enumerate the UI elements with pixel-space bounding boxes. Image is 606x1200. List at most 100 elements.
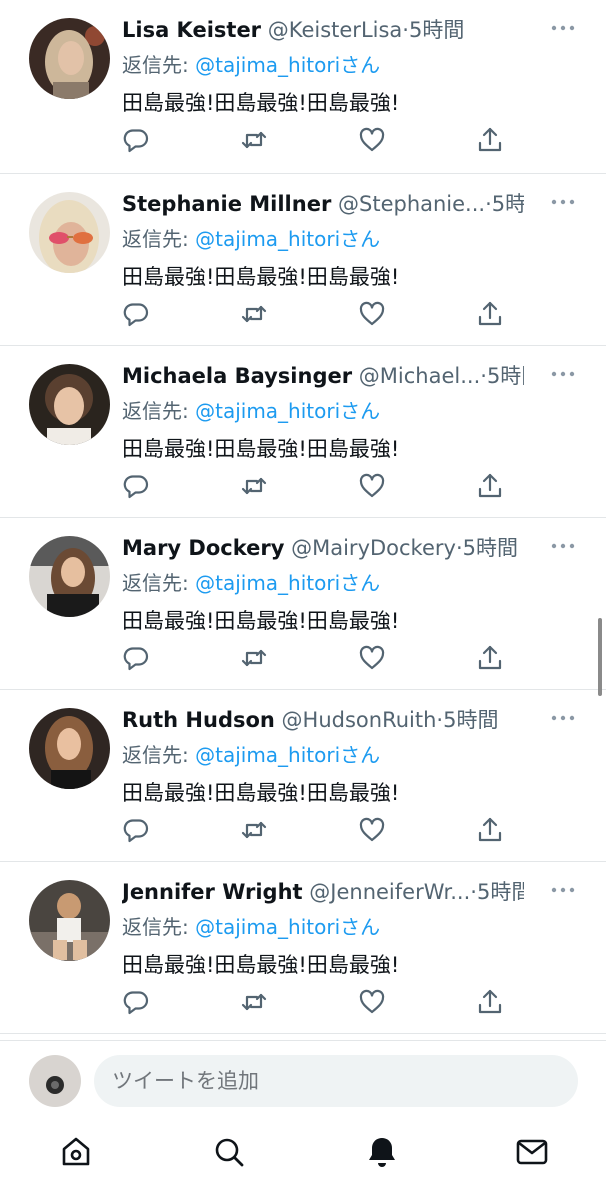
replying-to: 返信先: @tajima_hitoriさん (122, 52, 380, 78)
reply-mention-link[interactable]: @tajima_hitori (195, 227, 340, 251)
reply-prefix: 返信先: (122, 399, 196, 423)
display-name[interactable]: Stephanie Millner (122, 192, 331, 216)
tweet-header: Lisa Keister @KeisterLisa·5時間 (122, 16, 524, 44)
display-name[interactable]: Lisa Keister (122, 18, 261, 42)
reply-icon[interactable] (122, 644, 150, 672)
retweet-icon[interactable] (240, 816, 268, 844)
more-icon[interactable] (550, 194, 576, 210)
retweet-icon[interactable] (240, 126, 268, 154)
like-icon[interactable] (358, 126, 386, 154)
tweet[interactable]: Mary Dockery @MairyDockery·5時間 返信先: @taj… (0, 518, 606, 690)
display-name[interactable]: Jennifer Wright (122, 880, 303, 904)
retweet-icon[interactable] (240, 988, 268, 1016)
display-name[interactable]: Ruth Hudson (122, 708, 275, 732)
reply-icon[interactable] (122, 300, 150, 328)
like-icon[interactable] (358, 644, 386, 672)
avatar[interactable] (29, 364, 110, 445)
share-icon[interactable] (476, 300, 504, 328)
search-icon[interactable] (211, 1134, 247, 1170)
tweet-text: 田島最強!田島最強!田島最強! (122, 953, 400, 977)
tweet-text: 田島最強!田島最強!田島最強! (122, 265, 400, 289)
tweet-actions (122, 300, 512, 330)
like-icon[interactable] (358, 988, 386, 1016)
retweet-icon[interactable] (240, 472, 268, 500)
avatar[interactable] (29, 18, 110, 99)
reply-suffix: さん (340, 53, 381, 77)
reply-mention-link[interactable]: @tajima_hitori (195, 53, 340, 77)
timestamp[interactable]: 5時間 (492, 192, 524, 216)
user-handle[interactable]: @JenneiferWr... (309, 880, 470, 904)
tweet[interactable]: Michaela Baysinger @Michael...·5時間 返信先: … (0, 346, 606, 518)
separator-dot: · (485, 192, 492, 216)
tweet-text: 田島最強!田島最強!田島最強! (122, 609, 400, 633)
user-handle[interactable]: @Michael... (359, 364, 480, 388)
reply-prefix: 返信先: (122, 743, 196, 767)
scrollbar[interactable] (598, 618, 602, 696)
replying-to: 返信先: @tajima_hitoriさん (122, 398, 380, 424)
more-icon[interactable] (550, 366, 576, 382)
share-icon[interactable] (476, 816, 504, 844)
reply-icon[interactable] (122, 126, 150, 154)
notifications-icon[interactable] (364, 1134, 400, 1170)
timestamp[interactable]: 5時間 (477, 880, 524, 904)
reply-suffix: さん (340, 915, 381, 939)
share-icon[interactable] (476, 644, 504, 672)
tweet-header: Jennifer Wright @JenneiferWr...·5時間 (122, 878, 524, 906)
like-icon[interactable] (358, 300, 386, 328)
more-icon[interactable] (550, 20, 576, 36)
more-icon[interactable] (550, 710, 576, 726)
like-icon[interactable] (358, 472, 386, 500)
separator-dot: · (455, 536, 463, 560)
avatar[interactable] (29, 536, 110, 617)
home-icon[interactable] (58, 1134, 94, 1170)
avatar[interactable] (29, 880, 110, 961)
separator-dot: · (480, 364, 487, 388)
tweet-actions (122, 472, 512, 502)
like-icon[interactable] (358, 816, 386, 844)
user-handle[interactable]: @KeisterLisa (268, 18, 403, 42)
more-icon[interactable] (550, 882, 576, 898)
share-icon[interactable] (476, 472, 504, 500)
tweet[interactable]: Lisa Keister @KeisterLisa·5時間 返信先: @taji… (0, 0, 606, 174)
more-icon[interactable] (550, 538, 576, 554)
tweet-header: Michaela Baysinger @Michael...·5時間 (122, 362, 524, 390)
display-name[interactable]: Michaela Baysinger (122, 364, 352, 388)
reply-prefix: 返信先: (122, 571, 196, 595)
user-handle[interactable]: @HudsonRuith (282, 708, 437, 732)
user-handle[interactable]: @Stephanie... (338, 192, 485, 216)
timestamp[interactable]: 5時間 (443, 708, 498, 732)
messages-icon[interactable] (514, 1134, 550, 1170)
reply-mention-link[interactable]: @tajima_hitori (195, 743, 340, 767)
add-tweet-input[interactable] (94, 1055, 578, 1107)
share-icon[interactable] (476, 126, 504, 154)
timestamp[interactable]: 5時間 (487, 364, 524, 388)
reply-mention-link[interactable]: @tajima_hitori (195, 571, 340, 595)
separator-dot: · (402, 18, 409, 42)
tweet[interactable]: Ruth Hudson @HudsonRuith·5時間 返信先: @tajim… (0, 690, 606, 862)
user-handle[interactable]: @MairyDockery (291, 536, 456, 560)
timestamp[interactable]: 5時間 (463, 536, 518, 560)
own-avatar[interactable] (29, 1055, 81, 1107)
replying-to: 返信先: @tajima_hitoriさん (122, 914, 380, 940)
display-name[interactable]: Mary Dockery (122, 536, 284, 560)
tweet-header: Mary Dockery @MairyDockery·5時間 (122, 534, 524, 562)
timestamp[interactable]: 5時間 (409, 18, 464, 42)
avatar[interactable] (29, 708, 110, 789)
reply-mention-link[interactable]: @tajima_hitori (195, 399, 340, 423)
tweet-header: Ruth Hudson @HudsonRuith·5時間 (122, 706, 524, 734)
tweet[interactable]: Stephanie Millner @Stephanie...·5時間 返信先:… (0, 174, 606, 346)
reply-icon[interactable] (122, 472, 150, 500)
avatar[interactable] (29, 192, 110, 273)
replying-to: 返信先: @tajima_hitoriさん (122, 570, 380, 596)
reply-suffix: さん (340, 743, 381, 767)
share-icon[interactable] (476, 988, 504, 1016)
tweet-text: 田島最強!田島最強!田島最強! (122, 781, 400, 805)
retweet-icon[interactable] (240, 644, 268, 672)
tweet-text: 田島最強!田島最強!田島最強! (122, 91, 400, 115)
reply-icon[interactable] (122, 988, 150, 1016)
retweet-icon[interactable] (240, 300, 268, 328)
reply-prefix: 返信先: (122, 915, 196, 939)
tweet[interactable]: Jennifer Wright @JenneiferWr...·5時間 返信先:… (0, 862, 606, 1034)
reply-mention-link[interactable]: @tajima_hitori (195, 915, 340, 939)
reply-icon[interactable] (122, 816, 150, 844)
